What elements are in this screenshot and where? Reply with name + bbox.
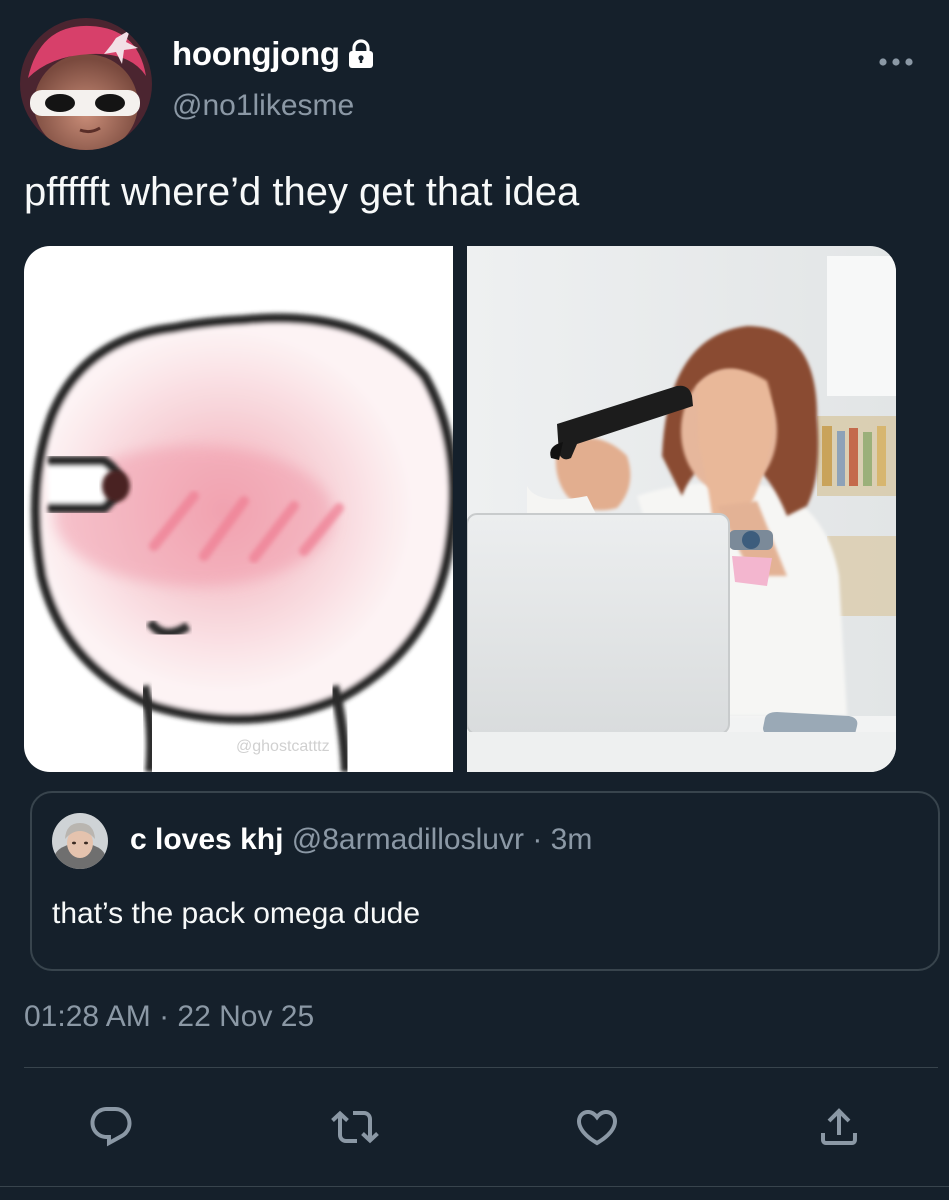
author-handle[interactable]: @no1likesme (172, 89, 354, 123)
quote-handle[interactable]: @8armadillosluvr (292, 823, 524, 856)
author-name-text: hoongjong (172, 35, 340, 72)
reply-icon (90, 1107, 132, 1147)
divider (24, 1067, 938, 1068)
quote-text: that’s the pack omega dude (52, 897, 421, 930)
quote-avatar[interactable] (52, 813, 108, 869)
media-watermark: @ghostcatttz (236, 738, 330, 755)
quote-display-name[interactable]: c loves khj (130, 823, 283, 856)
quote-separator: · (532, 823, 543, 856)
more-icon (879, 58, 913, 66)
tweet-text: pffffft where’d they get that idea (24, 170, 580, 214)
quote-time[interactable]: 3m (551, 823, 593, 856)
author-display-name[interactable]: hoongjong (172, 35, 374, 73)
quoted-tweet[interactable]: c loves khj @8armadillosluvr · 3m that’s… (30, 791, 940, 971)
media-grid: @ghostcatttz (24, 246, 896, 772)
media-image-1[interactable]: @ghostcatttz (24, 246, 453, 772)
quote-header: c loves khj @8armadillosluvr · 3m (130, 823, 592, 857)
bottom-divider (0, 1186, 949, 1187)
lock-icon (348, 39, 374, 69)
more-options-button[interactable] (874, 48, 918, 76)
tweet: hoongjong @no1likesme pffffft where’d th… (0, 0, 949, 1200)
like-button[interactable] (572, 1102, 622, 1152)
share-icon (821, 1108, 857, 1145)
like-icon (576, 1110, 618, 1146)
retweet-button[interactable] (330, 1102, 380, 1152)
media-image-2[interactable] (467, 246, 896, 772)
reply-button[interactable] (86, 1102, 136, 1152)
author-avatar[interactable] (20, 18, 152, 150)
retweet-icon (331, 1110, 379, 1144)
tweet-timestamp[interactable]: 01:28 AM · 22 Nov 25 (24, 1000, 314, 1034)
share-button[interactable] (814, 1102, 864, 1152)
